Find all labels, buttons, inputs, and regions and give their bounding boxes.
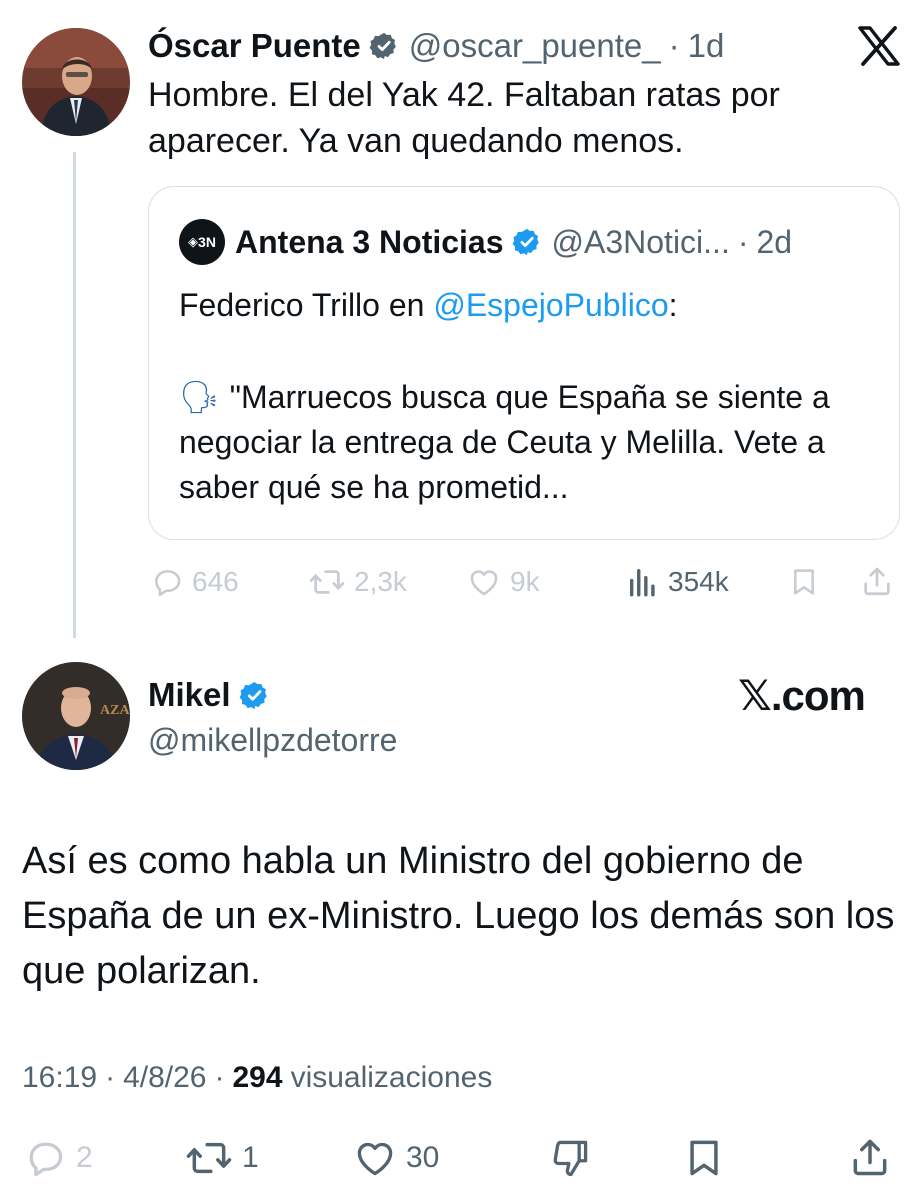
separator-dot: ·: [668, 27, 680, 64]
oscar-avatar[interactable]: [22, 28, 130, 136]
antena3-logo-text: 3N: [198, 234, 216, 250]
share-icon[interactable]: [848, 1134, 892, 1180]
reply-icon: [22, 1136, 68, 1180]
reply-stat[interactable]: 2: [22, 1136, 93, 1180]
tweet-date[interactable]: 4/8/26: [123, 1061, 206, 1095]
x-com-brand[interactable]: 𝕏.com: [738, 672, 866, 720]
share-icon[interactable]: [860, 563, 894, 599]
quoted-author-handle[interactable]: @A3Notici...: [552, 224, 730, 261]
separator-dot: ·: [737, 223, 749, 260]
quoted-tweet-text: "Marruecos busca que España se siente a …: [179, 379, 830, 505]
like-count: 30: [406, 1141, 440, 1174]
repost-stat[interactable]: 2,3k: [308, 562, 407, 602]
verified-badge-icon: [369, 31, 399, 61]
bookmark-icon[interactable]: [682, 1136, 726, 1180]
background-sign: AZA: [100, 703, 130, 718]
quoted-tweet-body: 🗣 "Marruecos busca que España se siente a…: [179, 375, 879, 510]
main-tweet-text: Así es como habla un Ministro del gobier…: [22, 840, 895, 992]
verified-badge-icon: [239, 680, 270, 711]
like-stat[interactable]: 9k: [466, 562, 540, 602]
main-author-handle[interactable]: @mikellpzdetorre: [148, 718, 397, 762]
repost-icon: [184, 1136, 234, 1180]
views-stat[interactable]: 354k: [626, 562, 729, 602]
like-stat[interactable]: 30: [352, 1136, 439, 1180]
separator-dot: ·: [214, 1061, 225, 1094]
views-icon: [626, 565, 660, 599]
reply-icon: [150, 565, 184, 599]
main-author-name[interactable]: Mikel: [148, 676, 231, 714]
quoted-tweet-card[interactable]: ◈ 3N Antena 3 Noticias @A3Notici... · 2d…: [148, 186, 900, 540]
quoted-author-name[interactable]: Antena 3 Noticias: [235, 224, 504, 261]
repost-icon: [308, 565, 346, 599]
views-count: 294: [232, 1061, 283, 1094]
main-author-name-row: Mikel: [148, 672, 270, 718]
reply-count: 2: [76, 1141, 93, 1174]
speaking-head-emoji: 🗣: [179, 379, 220, 415]
separator-dot: ·: [105, 1061, 116, 1094]
quoted-intro-suffix: :: [668, 287, 678, 323]
views-count: 354k: [668, 566, 729, 597]
views-label: visualizaciones: [290, 1061, 493, 1094]
dislike-icon[interactable]: [548, 1136, 592, 1180]
like-count: 9k: [510, 566, 540, 597]
quoted-tweet-intro: Federico Trillo en @EspejoPublico:: [179, 283, 678, 327]
author-handle[interactable]: @oscar_puente_: [409, 27, 661, 65]
verified-badge-icon: [512, 227, 542, 257]
quoted-tweet-time[interactable]: 2d: [756, 224, 792, 261]
antena3-logo-symbol: ◈: [188, 234, 199, 249]
quoted-tweet-header: ◈ 3N Antena 3 Noticias @A3Notici... · 2d: [179, 219, 792, 265]
bookmark-icon[interactable]: [788, 565, 820, 599]
reply-stat[interactable]: 646: [150, 562, 239, 602]
mikel-avatar[interactable]: AZA: [22, 662, 130, 770]
author-name[interactable]: Óscar Puente: [148, 27, 361, 65]
repost-count: 2,3k: [354, 566, 407, 597]
mention-link[interactable]: @EspejoPublico: [433, 287, 668, 323]
repost-stat[interactable]: 1: [184, 1136, 259, 1180]
tweet-time[interactable]: 1d: [688, 27, 725, 65]
reply-count: 646: [192, 566, 239, 597]
repost-count: 1: [242, 1141, 259, 1174]
tweet-time[interactable]: 16:19: [22, 1061, 97, 1095]
parent-tweet-text: Hombre. El del Yak 42. Faltaban ratas po…: [148, 76, 780, 160]
like-icon: [352, 1136, 398, 1180]
x-logo-icon[interactable]: [858, 26, 900, 66]
like-icon: [466, 565, 502, 599]
parent-tweet-header: Óscar Puente @oscar_puente_ · 1d: [148, 22, 724, 70]
antena3-logo[interactable]: ◈ 3N: [179, 219, 225, 265]
tweet-meta: 16:19 · 4/8/26 · 294 visualizaciones: [22, 1058, 492, 1098]
thread-line: [73, 152, 76, 638]
quoted-intro-prefix: Federico Trillo en: [179, 287, 434, 323]
